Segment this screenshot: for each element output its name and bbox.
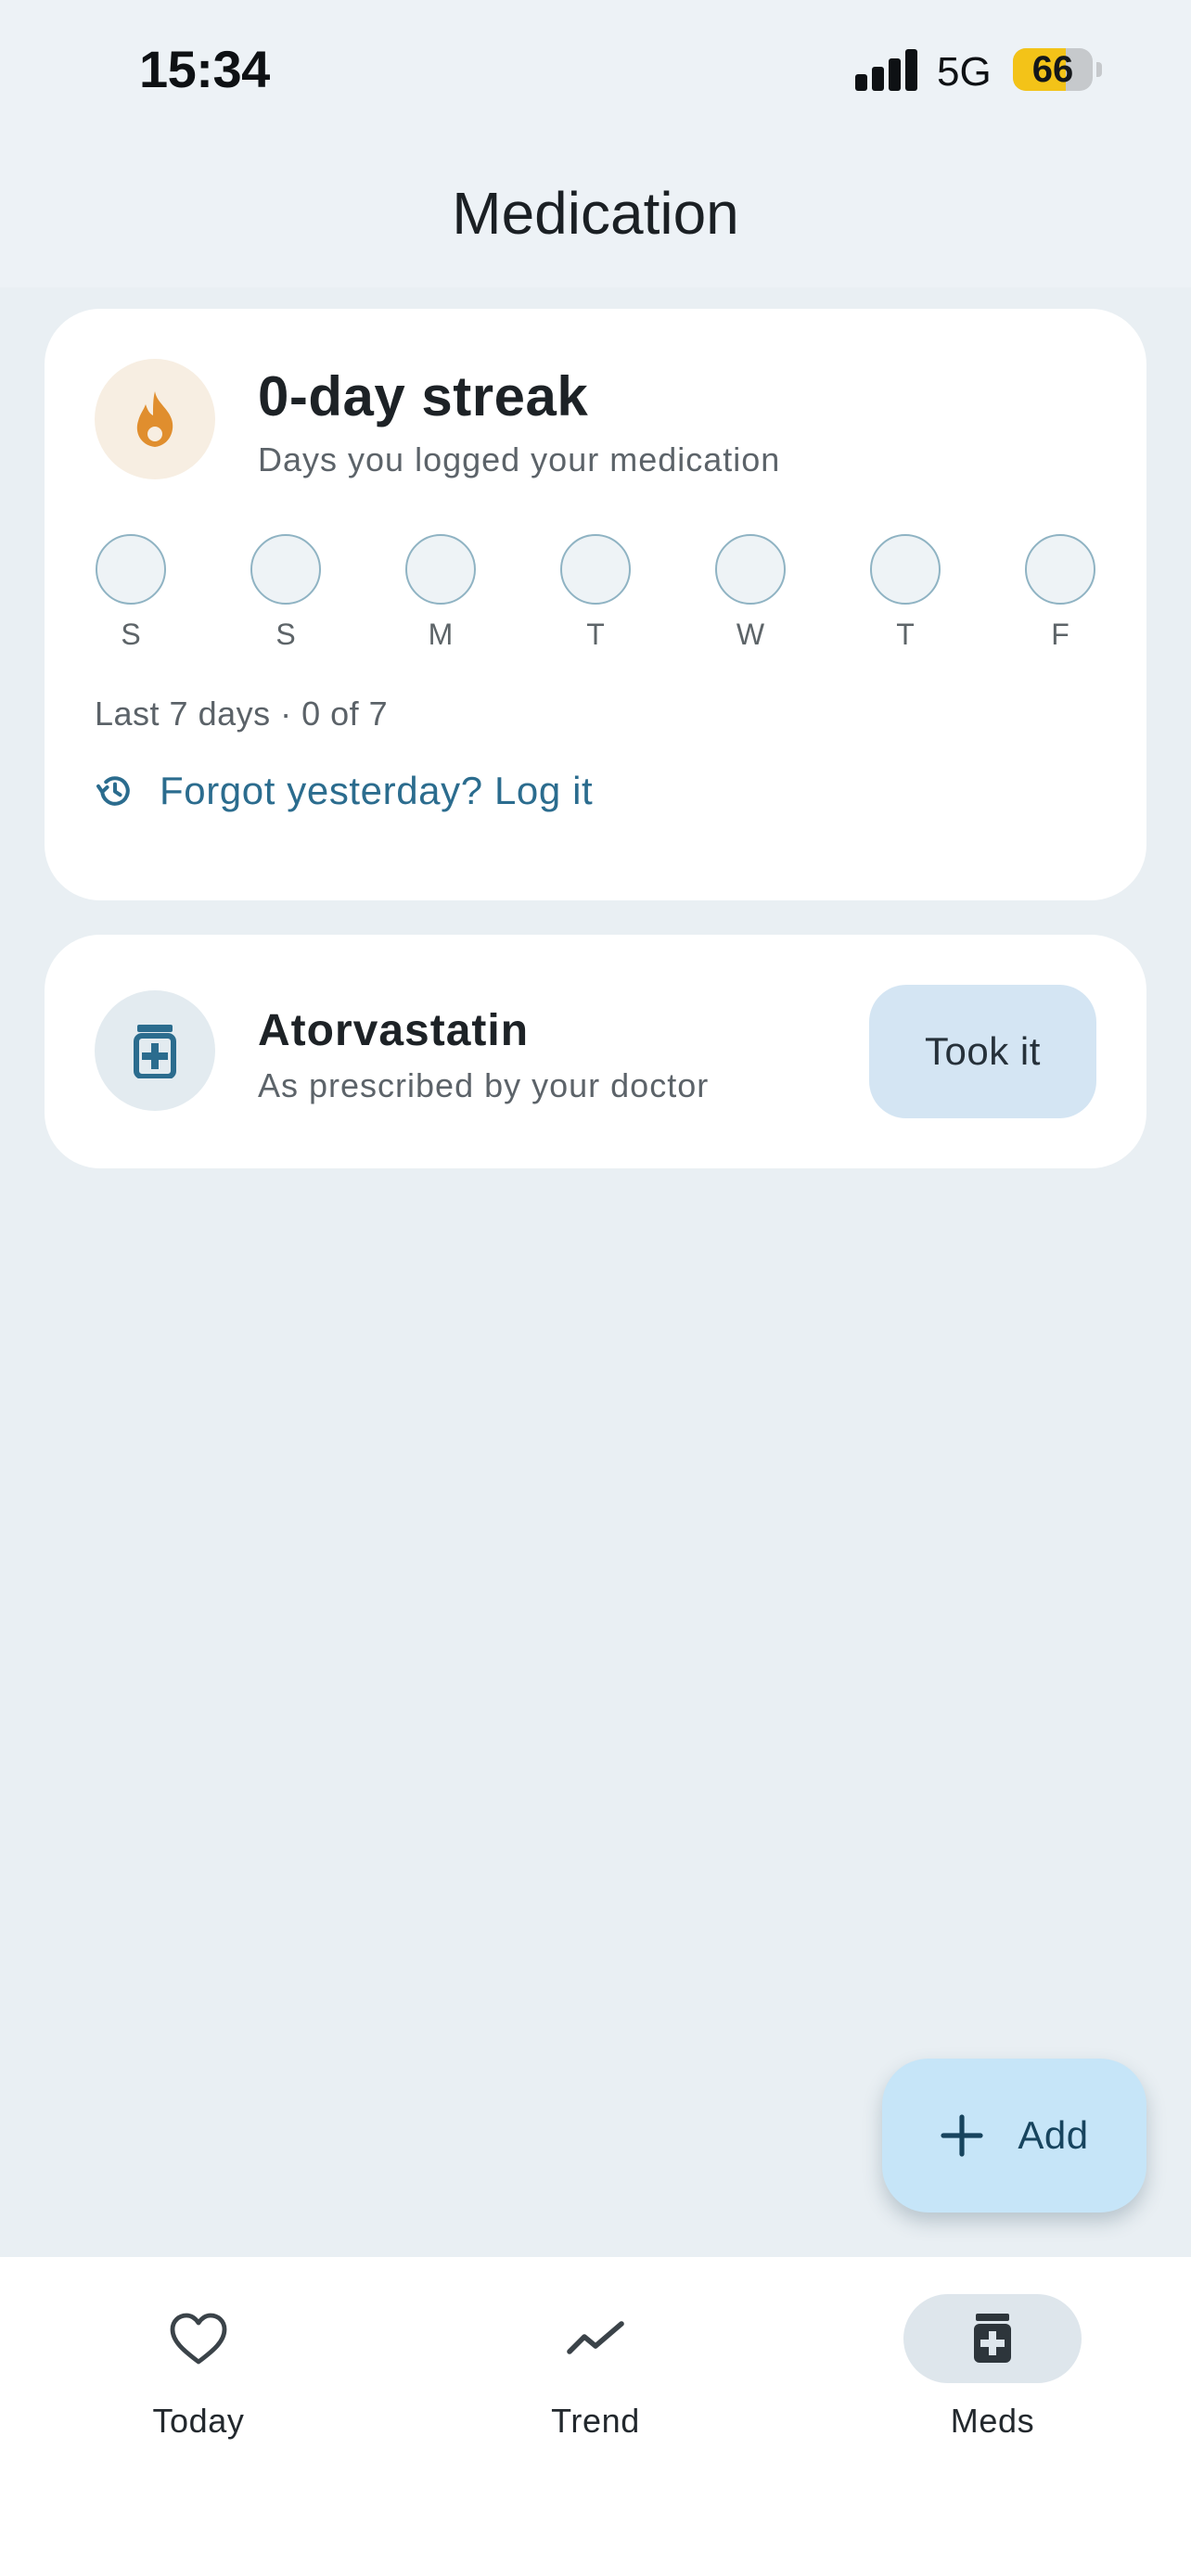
nav-icon-container bbox=[506, 2294, 685, 2383]
day-circle bbox=[250, 534, 321, 605]
nav-item-meds[interactable]: Meds bbox=[872, 2294, 1113, 2461]
day-label: S bbox=[121, 618, 141, 651]
nav-label: Today bbox=[152, 2402, 245, 2440]
day-label: S bbox=[275, 618, 296, 651]
history-icon bbox=[96, 776, 130, 806]
plus-icon bbox=[941, 2114, 983, 2157]
day-indicator: S bbox=[250, 534, 322, 652]
nav-item-today[interactable]: Today bbox=[78, 2294, 319, 2461]
day-circle bbox=[560, 534, 631, 605]
day-label: F bbox=[1051, 618, 1069, 651]
day-indicator: S bbox=[95, 534, 167, 652]
battery-level: 66 bbox=[1031, 48, 1074, 90]
app: 15:34 5G 66 Medication 0-day streak Days… bbox=[0, 0, 1191, 2576]
battery-icon: 66 bbox=[1013, 48, 1093, 91]
pill-bottle-icon bbox=[95, 990, 215, 1111]
medication-subtitle: As prescribed by your doctor bbox=[258, 1066, 710, 1104]
battery-tip bbox=[1096, 62, 1102, 77]
log-link-label: Forgot yesterday? Log it bbox=[160, 769, 594, 812]
day-circle bbox=[715, 534, 786, 605]
days-row: S S M T W T F bbox=[95, 534, 1096, 655]
signal-icon bbox=[855, 48, 918, 91]
streak-subtitle: Days you logged your medication bbox=[258, 440, 781, 478]
day-label: W bbox=[736, 618, 765, 651]
nav-label: Meds bbox=[950, 2402, 1035, 2440]
status-time: 15:34 bbox=[139, 40, 270, 98]
medication-card[interactable]: Atorvastatin As prescribed by your docto… bbox=[45, 935, 1146, 1168]
day-circle bbox=[96, 534, 166, 605]
network-label: 5G bbox=[937, 49, 992, 95]
day-indicator: T bbox=[559, 534, 632, 652]
bottom-nav: Today Trend Meds bbox=[0, 2257, 1191, 2576]
day-label: M bbox=[428, 618, 454, 651]
day-indicator: W bbox=[714, 534, 787, 652]
nav-icon-container bbox=[903, 2294, 1082, 2383]
streak-card: 0-day streak Days you logged your medica… bbox=[45, 309, 1146, 900]
took-it-button[interactable]: Took it bbox=[869, 985, 1096, 1118]
nav-label: Trend bbox=[551, 2402, 640, 2440]
status-bar: 15:34 5G 66 bbox=[0, 0, 1191, 139]
nav-item-trend[interactable]: Trend bbox=[475, 2294, 716, 2461]
day-indicator: M bbox=[404, 534, 477, 652]
day-indicator: T bbox=[869, 534, 941, 652]
day-label: T bbox=[586, 618, 605, 651]
nav-icon-container bbox=[109, 2294, 288, 2383]
app-header: Medication bbox=[0, 139, 1191, 287]
heart-icon bbox=[170, 2313, 227, 2365]
day-circle bbox=[405, 534, 476, 605]
trend-icon bbox=[567, 2321, 624, 2354]
day-circle bbox=[1025, 534, 1095, 605]
day-label: T bbox=[896, 618, 915, 651]
streak-summary: Last 7 days · 0 of 7 bbox=[95, 695, 389, 733]
streak-title: 0-day streak bbox=[258, 365, 589, 427]
day-circle bbox=[870, 534, 941, 605]
add-medication-button[interactable]: Add bbox=[882, 2059, 1146, 2213]
log-yesterday-link[interactable]: Forgot yesterday? Log it bbox=[95, 761, 593, 821]
pill-bottle-icon bbox=[974, 2314, 1011, 2363]
flame-icon bbox=[95, 359, 215, 479]
page-title: Medication bbox=[452, 180, 739, 247]
medication-name: Atorvastatin bbox=[258, 1006, 530, 1055]
add-label: Add bbox=[1018, 2113, 1089, 2157]
day-indicator: F bbox=[1024, 534, 1096, 652]
